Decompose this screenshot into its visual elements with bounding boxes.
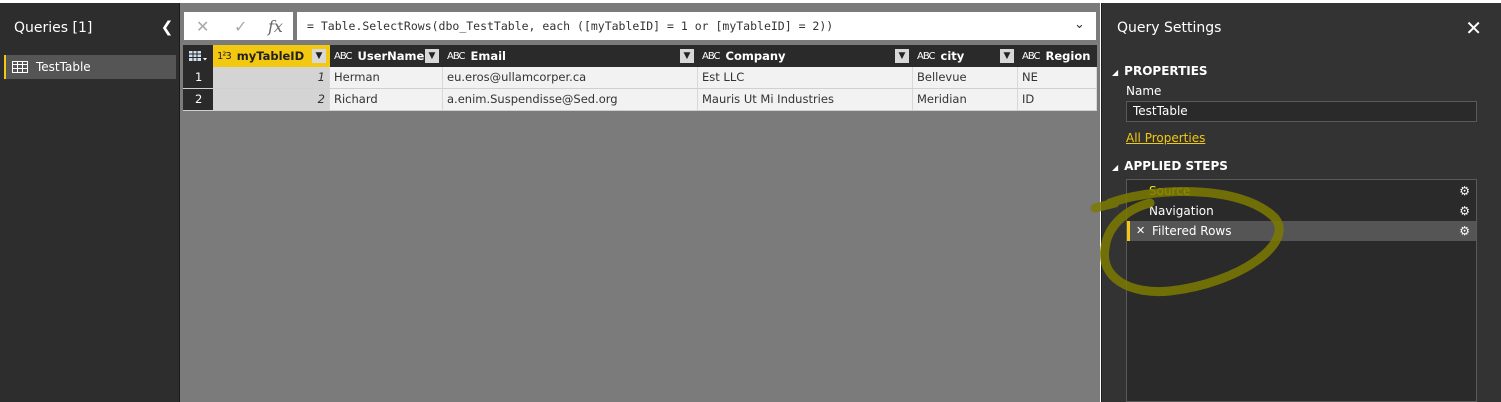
text-type-icon: ABC	[1022, 50, 1040, 62]
applied-steps-label: APPLIED STEPS	[1124, 159, 1228, 173]
step-label: Source	[1149, 184, 1191, 198]
gear-icon[interactable]: ⚙	[1459, 181, 1470, 201]
query-settings-pane: Query Settings ✕ ◢ PROPERTIES Name TestTa…	[1101, 3, 1501, 402]
data-preview-area: ✕ ✓ fx = Table.SelectRows(dbo_TestTable,…	[180, 3, 1100, 402]
column-header-region[interactable]: ABC Region	[1018, 45, 1097, 67]
column-header-mytableid[interactable]: 1²3 myTableID ▼	[213, 45, 330, 67]
table-row: 2 2 Richard a.enim.Suspendisse@Sed.org M…	[183, 89, 1097, 111]
table-cell[interactable]: Mauris Ut Mi Industries	[698, 89, 913, 110]
table-cell[interactable]: a.enim.Suspendisse@Sed.org	[443, 89, 698, 110]
query-item-testtable[interactable]: TestTable	[4, 55, 176, 79]
table-cell[interactable]: Richard	[330, 89, 443, 110]
table-cell[interactable]: eu.eros@ullamcorper.ca	[443, 67, 698, 88]
properties-section-header[interactable]: ◢ PROPERTIES	[1112, 64, 1208, 78]
query-name-field[interactable]: TestTable	[1126, 101, 1477, 122]
table-cell[interactable]: ID	[1018, 89, 1097, 110]
delete-step-icon[interactable]: ✕	[1136, 221, 1145, 241]
table-row: 1 1 Herman eu.eros@ullamcorper.ca Est LL…	[183, 67, 1097, 89]
table-cell[interactable]: Est LLC	[698, 67, 913, 88]
fx-icon[interactable]: fx	[268, 17, 283, 36]
properties-header-label: PROPERTIES	[1124, 64, 1208, 78]
formula-bar[interactable]: = Table.SelectRows(dbo_TestTable, each (…	[297, 12, 1096, 40]
data-grid: 1²3 myTableID ▼ ABC UserName ▼ ABC Email…	[183, 45, 1097, 111]
query-item-label: TestTable	[36, 60, 91, 74]
gear-icon[interactable]: ⚙	[1459, 221, 1470, 241]
table-icon	[12, 61, 28, 73]
table-cell[interactable]: 1	[213, 67, 330, 88]
column-header-label: Region	[1045, 49, 1091, 63]
text-type-icon: ABC	[447, 50, 465, 62]
collapse-triangle-icon: ◢	[1112, 68, 1119, 77]
applied-steps-header[interactable]: ◢ APPLIED STEPS	[1112, 159, 1228, 173]
step-label: Filtered Rows	[1152, 224, 1232, 238]
all-properties-link[interactable]: All Properties	[1126, 131, 1205, 145]
queries-title: Queries [1]	[14, 20, 93, 36]
collapse-triangle-icon: ◢	[1112, 163, 1119, 172]
chevron-down-icon[interactable]: ⌄	[1074, 17, 1088, 32]
column-header-label: myTableID	[236, 49, 305, 63]
row-number[interactable]: 1	[183, 67, 213, 88]
step-label: Navigation	[1149, 204, 1214, 218]
table-cell[interactable]: NE	[1018, 67, 1097, 88]
cancel-formula-icon[interactable]: ✕	[196, 17, 209, 36]
gear-icon[interactable]: ⚙	[1459, 201, 1470, 221]
table-menu-button[interactable]	[183, 45, 213, 67]
name-label: Name	[1126, 84, 1162, 98]
close-icon: ✕	[1465, 16, 1482, 40]
filter-dropdown-icon[interactable]: ▼	[1000, 49, 1014, 63]
collapse-queries-button[interactable]: ❮	[160, 17, 174, 37]
grid-header: 1²3 myTableID ▼ ABC UserName ▼ ABC Email…	[183, 45, 1097, 67]
filter-applied-icon[interactable]: ▼	[312, 49, 326, 63]
chevron-left-icon: ❮	[160, 18, 174, 36]
confirm-formula-icon[interactable]: ✓	[234, 17, 247, 36]
filter-dropdown-icon[interactable]: ▼	[680, 49, 694, 63]
step-filtered-rows[interactable]: ✕ Filtered Rows ⚙	[1127, 221, 1476, 241]
filter-dropdown-icon[interactable]: ▼	[425, 49, 439, 63]
column-header-label: city	[940, 49, 965, 63]
column-header-label: UserName	[357, 49, 425, 63]
text-type-icon: ABC	[334, 50, 352, 62]
table-cell[interactable]: 2	[213, 89, 330, 110]
applied-steps-list: Source ⚙ Navigation ⚙ ✕ Filtered Rows ⚙	[1126, 179, 1477, 402]
number-type-icon: 1²3	[217, 50, 232, 62]
column-header-label: Email	[470, 49, 506, 63]
filter-dropdown-icon[interactable]: ▼	[895, 49, 909, 63]
column-header-label: Company	[725, 49, 786, 63]
settings-title: Query Settings	[1117, 20, 1222, 36]
table-cell[interactable]: Bellevue	[913, 67, 1018, 88]
column-header-city[interactable]: ABC city ▼	[913, 45, 1018, 67]
close-settings-button[interactable]: ✕	[1465, 16, 1482, 40]
column-header-email[interactable]: ABC Email ▼	[443, 45, 698, 67]
formula-toolbar: ✕ ✓ fx	[184, 12, 293, 40]
step-source[interactable]: Source ⚙	[1127, 181, 1476, 201]
column-header-company[interactable]: ABC Company ▼	[698, 45, 913, 67]
text-type-icon: ABC	[917, 50, 935, 62]
text-type-icon: ABC	[702, 50, 720, 62]
table-cell[interactable]: Meridian	[913, 89, 1018, 110]
table-menu-icon	[189, 51, 207, 61]
column-header-username[interactable]: ABC UserName ▼	[330, 45, 443, 67]
queries-pane: Queries [1] ❮ TestTable	[0, 3, 180, 402]
formula-text[interactable]: = Table.SelectRows(dbo_TestTable, each (…	[307, 19, 833, 33]
table-cell[interactable]: Herman	[330, 67, 443, 88]
row-number[interactable]: 2	[183, 89, 213, 110]
step-navigation[interactable]: Navigation ⚙	[1127, 201, 1476, 221]
